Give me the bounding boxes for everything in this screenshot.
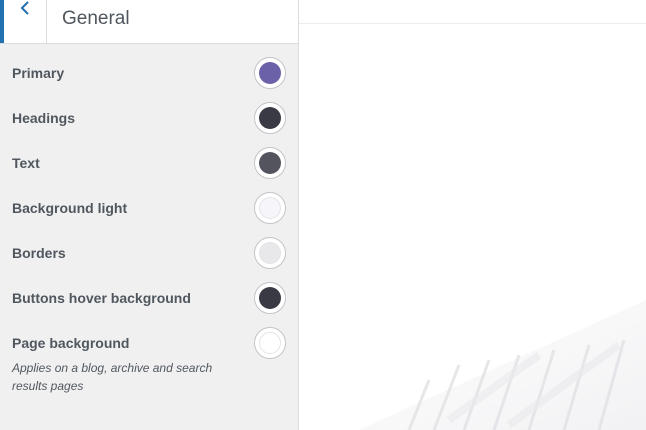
color-setting-label: Page background: [12, 335, 130, 351]
color-swatch: [259, 242, 281, 264]
back-button[interactable]: [0, 0, 47, 43]
site-preview: [299, 0, 646, 430]
color-swatch: [259, 197, 281, 219]
color-picker-text[interactable]: [254, 147, 286, 179]
color-setting-label: Borders: [12, 245, 66, 261]
color-setting-label: Text: [12, 155, 40, 171]
hero-image: [359, 300, 646, 430]
panel-title: General: [62, 8, 130, 29]
panel-header: General: [0, 0, 298, 44]
customizer-screen: General Primary Headings Text Background…: [0, 0, 646, 430]
color-picker-page-background[interactable]: [254, 327, 286, 359]
color-picker-primary[interactable]: [254, 57, 286, 89]
color-setting-label: Buttons hover background: [12, 290, 191, 306]
color-swatch: [259, 332, 281, 354]
color-setting-description: Applies on a blog, archive and search re…: [12, 361, 213, 393]
color-setting-label: Primary: [12, 65, 65, 81]
chevron-left-icon: [20, 1, 29, 15]
color-picker-borders[interactable]: [254, 237, 286, 269]
color-swatch: [259, 107, 281, 129]
color-picker-headings[interactable]: [254, 102, 286, 134]
color-picker-background-light[interactable]: [254, 192, 286, 224]
color-swatch: [259, 62, 281, 84]
color-swatch: [259, 152, 281, 174]
customizer-sidebar: General Primary Headings Text Background…: [0, 0, 299, 430]
color-swatch: [259, 287, 281, 309]
color-picker-buttons-hover-background[interactable]: [254, 282, 286, 314]
color-setting-label: Background light: [12, 200, 128, 216]
color-setting-label: Headings: [12, 110, 76, 126]
